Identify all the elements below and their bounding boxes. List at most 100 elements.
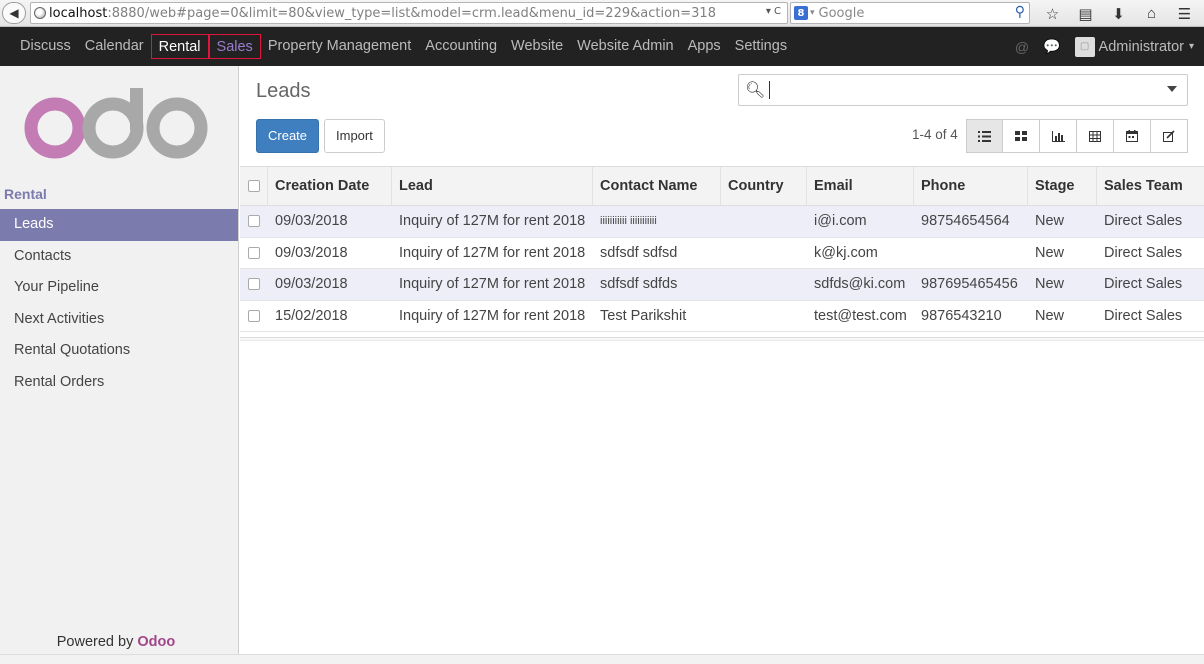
- sidebar-item-rental-orders[interactable]: Rental Orders: [0, 367, 238, 399]
- at-icon[interactable]: @: [1015, 39, 1029, 55]
- url-bar[interactable]: localhost:8880/web#page=0&limit=80&view_…: [30, 2, 788, 24]
- row-checkbox[interactable]: [248, 215, 260, 228]
- cell-creation-date: 15/02/2018: [275, 307, 348, 324]
- kanban-view-icon[interactable]: [1003, 119, 1040, 153]
- nav-discuss[interactable]: Discuss: [13, 34, 78, 59]
- pager-value[interactable]: 1-4 of 4: [912, 127, 958, 142]
- page-title: Leads: [256, 80, 311, 102]
- column-header-sales-team[interactable]: Sales Team: [1097, 167, 1204, 205]
- search-dropdown-icon[interactable]: [1167, 86, 1177, 92]
- cell-stage: New: [1035, 213, 1065, 230]
- row-select-cell: [240, 301, 268, 332]
- menu-icon[interactable]: ☰: [1168, 5, 1201, 23]
- nav-apps[interactable]: Apps: [681, 34, 728, 59]
- chat-icon[interactable]: 💬: [1043, 38, 1060, 55]
- cell-email: i@i.com: [814, 213, 867, 230]
- avatar[interactable]: ▢: [1074, 36, 1095, 57]
- table-row[interactable]: 15/02/2018 Inquiry of 127M for rent 2018…: [240, 301, 1204, 332]
- cell-country: [721, 269, 807, 300]
- cell-contact-name: sdfsdf sdfsd: [600, 244, 678, 261]
- table-row[interactable]: 09/03/2018 Inquiry of 127M for rent 2018…: [240, 269, 1204, 301]
- browser-icons: ☆ ▤ ⬇ ⌂ ☰: [1036, 0, 1201, 27]
- calendar-view-icon[interactable]: [1114, 119, 1151, 153]
- sidebar-item-your-pipeline[interactable]: Your Pipeline: [0, 272, 238, 304]
- user-menu[interactable]: Administrator: [1099, 39, 1184, 55]
- cell-phone: 9876543210: [921, 307, 1002, 324]
- nav-website-admin[interactable]: Website Admin: [570, 34, 680, 59]
- cell-lead: Inquiry of 127M for rent 2018: [399, 213, 586, 230]
- sidebar-item-contacts[interactable]: Contacts: [0, 241, 238, 273]
- search-engine-label: Google: [818, 5, 865, 21]
- sidebar-item-rental-quotations[interactable]: Rental Quotations: [0, 335, 238, 367]
- browser-search-icon[interactable]: ⚲: [1015, 4, 1025, 20]
- cell-contact-name: sdfsdf sdfds: [600, 276, 678, 293]
- nav-settings[interactable]: Settings: [728, 34, 794, 59]
- row-checkbox[interactable]: [248, 246, 260, 259]
- top-navbar: Discuss Calendar Rental Sales Property M…: [0, 27, 1204, 66]
- row-checkbox[interactable]: [248, 278, 260, 291]
- table-header-row: Creation Date Lead Contact Name Country …: [240, 167, 1204, 206]
- view-switcher: [966, 119, 1188, 153]
- sidebar-item-leads[interactable]: Leads: [0, 209, 238, 241]
- cell-phone: 98754654564: [921, 213, 1010, 230]
- column-header-stage[interactable]: Stage: [1028, 167, 1097, 205]
- nav-website[interactable]: Website: [504, 34, 570, 59]
- column-header-contact-name[interactable]: Contact Name: [593, 167, 721, 205]
- cell-email: test@test.com: [814, 307, 907, 324]
- nav-calendar[interactable]: Calendar: [78, 34, 151, 59]
- status-bar: [0, 654, 1204, 664]
- browser-toolbar: ◀ localhost:8880/web#page=0&limit=80&vie…: [0, 0, 1204, 27]
- nav-sales[interactable]: Sales: [208, 34, 261, 59]
- graph-view-icon[interactable]: [1040, 119, 1077, 153]
- cell-sales-team: Direct Sales: [1104, 307, 1183, 324]
- powered-by-link[interactable]: Odoo: [137, 634, 175, 650]
- cell-creation-date: 09/03/2018: [275, 276, 348, 293]
- column-header-creation-date[interactable]: Creation Date: [268, 167, 392, 205]
- select-all-checkbox[interactable]: [248, 180, 260, 192]
- cell-sales-team: Direct Sales: [1104, 213, 1183, 230]
- pivot-view-icon[interactable]: [1077, 119, 1114, 153]
- reload-icon[interactable]: ▾ C: [766, 6, 781, 17]
- table-row[interactable]: 09/03/2018 Inquiry of 127M for rent 2018…: [240, 206, 1204, 238]
- cell-contact-name: Test Parikshit: [600, 307, 687, 324]
- cell-lead: Inquiry of 127M for rent 2018: [399, 276, 586, 293]
- row-checkbox[interactable]: [248, 309, 260, 322]
- bookmarks-icon[interactable]: ▤: [1069, 5, 1102, 23]
- form-view-icon[interactable]: [1151, 119, 1188, 153]
- table-row[interactable]: 09/03/2018 Inquiry of 127M for rent 2018…: [240, 238, 1204, 269]
- row-select-cell: [240, 269, 268, 300]
- sidebar-item-next-activities[interactable]: Next Activities: [0, 304, 238, 336]
- text-cursor: [769, 81, 771, 99]
- sidebar-menu: Leads Contacts Your Pipeline Next Activi…: [0, 209, 238, 398]
- nav-accounting[interactable]: Accounting: [418, 34, 504, 59]
- powered-by-prefix: Powered by: [56, 634, 138, 650]
- row-select-cell: [240, 206, 268, 237]
- cell-email: sdfds@ki.com: [814, 276, 906, 293]
- cell-sales-team: Direct Sales: [1104, 244, 1183, 261]
- user-caret-icon[interactable]: ▾: [1189, 41, 1194, 52]
- cell-country: [721, 301, 807, 332]
- column-header-country[interactable]: Country: [721, 167, 807, 205]
- search-input[interactable]: 🔍︎: [738, 74, 1188, 106]
- create-button[interactable]: Create: [256, 119, 320, 153]
- browser-search-box[interactable]: 8 ▾ Google ⚲: [790, 2, 1030, 24]
- import-button[interactable]: Import: [324, 119, 385, 153]
- nav-property-management[interactable]: Property Management: [261, 34, 418, 59]
- cell-stage: New: [1035, 307, 1065, 324]
- column-header-email[interactable]: Email: [807, 167, 914, 205]
- cell-phone: 987695465456: [921, 276, 1018, 293]
- cell-creation-date: 09/03/2018: [275, 244, 348, 261]
- odoo-logo: [24, 88, 208, 159]
- home-icon[interactable]: ⌂: [1135, 5, 1168, 22]
- list-view-icon[interactable]: [966, 119, 1003, 153]
- search-engine-dropdown-icon[interactable]: ▾: [810, 8, 815, 18]
- url-path: :8880/web#page=0&limit=80&view_type=list…: [107, 5, 716, 21]
- download-icon[interactable]: ⬇: [1102, 5, 1135, 23]
- cell-stage: New: [1035, 244, 1065, 261]
- cell-creation-date: 09/03/2018: [275, 213, 348, 230]
- star-icon[interactable]: ☆: [1036, 5, 1069, 23]
- column-header-lead[interactable]: Lead: [392, 167, 593, 205]
- nav-rental[interactable]: Rental: [150, 34, 209, 59]
- column-header-phone[interactable]: Phone: [914, 167, 1028, 205]
- back-button[interactable]: ◀: [2, 2, 26, 24]
